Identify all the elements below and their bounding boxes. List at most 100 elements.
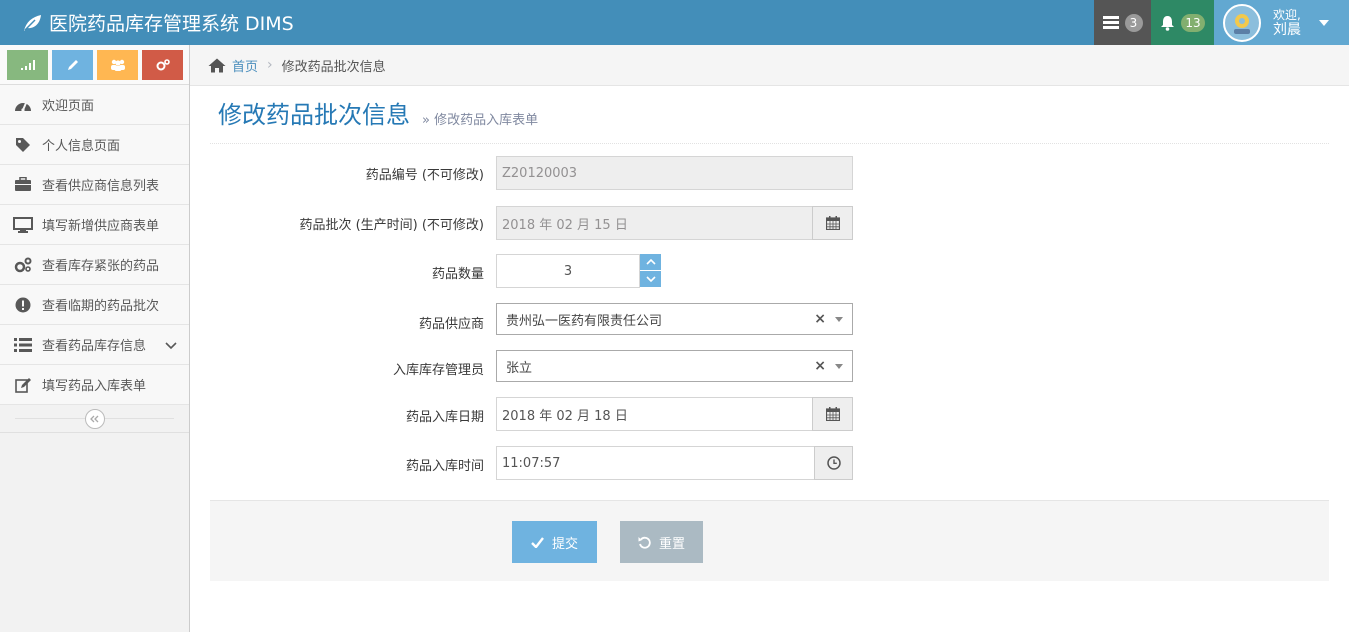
sidebar-item-label: 查看临期的药品批次 — [42, 299, 160, 314]
cogs-icon — [12, 255, 34, 275]
dropdown-arrow-icon — [835, 364, 843, 369]
chevron-up-icon — [645, 259, 656, 265]
quantity-label: 药品数量 — [431, 267, 484, 282]
submit-button[interactable]: 提交 — [512, 521, 597, 563]
notifications-dropdown[interactable]: 13 — [1151, 0, 1214, 45]
sidebar-item-welcome[interactable]: 欢迎页面 — [0, 85, 189, 125]
quantity-value: 3 — [563, 263, 573, 279]
undo-icon — [638, 536, 651, 549]
users-icon — [110, 59, 125, 71]
sidebar-collapse-button[interactable] — [85, 409, 105, 429]
manager-label: 入库库存管理员 — [392, 363, 484, 378]
sidebar-item-expiring[interactable]: 查看临期的药品批次 — [0, 285, 189, 325]
sidebar-shortcuts — [0, 45, 189, 85]
calendar-icon — [825, 216, 840, 230]
app-brand[interactable]: 医院药品库存管理系统 DIMS — [22, 0, 294, 45]
notifications-count-badge: 13 — [1181, 13, 1205, 32]
calendar-icon — [825, 407, 840, 421]
breadcrumb: 首页 › 修改药品批次信息 — [190, 45, 1349, 86]
avatar — [1223, 3, 1261, 42]
reset-button-label: 重置 — [658, 536, 685, 552]
double-angle-left-icon — [90, 415, 99, 423]
sidebar: 欢迎页面 个人信息页面 查看供应商信息列表 填写新增供应商表单 查看库存紧张的药… — [0, 45, 190, 632]
sidebar-item-label: 查看库存紧张的药品 — [42, 259, 160, 274]
supplier-label: 药品供应商 — [418, 317, 484, 332]
page-title: 修改药品批次信息 — [218, 101, 410, 129]
shortcut-pencil-button[interactable] — [52, 50, 93, 80]
sidebar-item-label: 查看供应商信息列表 — [42, 179, 160, 194]
check-icon — [531, 536, 544, 548]
in-date-value: 2018 年 02 月 18 日 — [502, 408, 628, 424]
sidebar-item-label: 个人信息页面 — [42, 139, 121, 154]
signal-icon — [20, 60, 35, 70]
clock-icon — [826, 456, 841, 470]
dropdown-arrow-icon — [835, 317, 843, 322]
batch-label: 药品批次 (生产时间) (不可修改) — [299, 218, 484, 233]
sidebar-item-low-stock[interactable]: 查看库存紧张的药品 — [0, 245, 189, 285]
in-time-clock-button[interactable] — [814, 446, 853, 480]
user-greeting: 欢迎, — [1273, 7, 1301, 22]
shortcut-users-button[interactable] — [97, 50, 138, 80]
manager-selected-value: 张立 — [506, 360, 533, 376]
home-icon — [208, 58, 226, 72]
user-menu[interactable]: 欢迎, 刘晨 — [1214, 0, 1349, 45]
briefcase-icon — [12, 175, 34, 195]
edit-icon — [12, 375, 34, 395]
reset-button[interactable]: 重置 — [620, 521, 703, 563]
page-header: 修改药品批次信息 » 修改药品入库表单 — [210, 97, 1329, 144]
clear-selection-icon[interactable]: × — [814, 311, 826, 327]
bell-icon — [1161, 15, 1175, 31]
drug-id-label: 药品编号 (不可修改) — [365, 168, 484, 183]
sidebar-collapse — [0, 405, 189, 433]
in-date-input[interactable]: 2018 年 02 月 18 日 — [496, 397, 813, 431]
batch-calendar-button[interactable] — [812, 206, 853, 240]
shortcut-signal-button[interactable] — [7, 50, 48, 80]
list-icon — [12, 335, 34, 355]
in-date-calendar-button[interactable] — [812, 397, 853, 431]
top-navbar: 医院药品库存管理系统 DIMS 3 13 欢迎, 刘晨 — [0, 0, 1349, 45]
manager-select[interactable]: 张立 × — [496, 350, 853, 382]
user-info: 欢迎, 刘晨 — [1273, 8, 1301, 38]
in-time-input[interactable]: 11:07:57 — [496, 446, 815, 480]
supplier-selected-value: 贵州弘一医药有限责任公司 — [506, 313, 663, 329]
form-actions: 提交 重置 — [210, 500, 1329, 581]
batch-date-value: 2018 年 02 月 15 日 — [502, 217, 628, 233]
chevron-right-icon: › — [267, 57, 273, 73]
shortcut-cogs-button[interactable] — [142, 50, 183, 80]
sidebar-item-label: 填写新增供应商表单 — [42, 219, 160, 234]
tag-icon — [12, 135, 34, 155]
chevron-down-icon — [645, 276, 656, 282]
pencil-icon — [67, 60, 78, 70]
page-subtitle: » 修改药品入库表单 — [422, 109, 538, 128]
sidebar-item-label: 填写药品入库表单 — [42, 379, 147, 394]
sidebar-item-profile[interactable]: 个人信息页面 — [0, 125, 189, 165]
sidebar-item-stock-info[interactable]: 查看药品库存信息 — [0, 325, 189, 365]
desktop-icon — [12, 215, 34, 235]
cogs-icon — [156, 59, 170, 71]
sidebar-item-supplier-list[interactable]: 查看供应商信息列表 — [0, 165, 189, 205]
quantity-stepper[interactable]: 3 — [496, 254, 640, 288]
in-time-label: 药品入库时间 — [405, 459, 484, 474]
user-name: 刘晨 — [1273, 21, 1301, 38]
user-avatar-icon — [1234, 13, 1250, 34]
sidebar-item-stock-in-form[interactable]: 填写药品入库表单 — [0, 365, 189, 405]
double-angle-right-icon: » — [422, 113, 435, 128]
in-date-label: 药品入库日期 — [405, 410, 484, 425]
batch-date-field: 2018 年 02 月 15 日 — [496, 206, 813, 240]
caret-down-icon — [1319, 19, 1329, 26]
app-title: 医院药品库存管理系统 DIMS — [49, 13, 294, 35]
leaf-icon — [24, 14, 41, 31]
tasks-count-badge: 3 — [1124, 13, 1143, 32]
breadcrumb-home-link[interactable]: 首页 — [232, 56, 258, 75]
clear-selection-icon[interactable]: × — [814, 358, 826, 374]
sidebar-item-label: 欢迎页面 — [42, 99, 95, 114]
tasks-dropdown[interactable]: 3 — [1094, 0, 1151, 45]
dashboard-icon — [12, 95, 34, 115]
supplier-select[interactable]: 贵州弘一医药有限责任公司 × — [496, 303, 853, 335]
breadcrumb-current: 修改药品批次信息 — [281, 59, 386, 75]
sidebar-item-add-supplier[interactable]: 填写新增供应商表单 — [0, 205, 189, 245]
quantity-increment-button[interactable] — [640, 254, 661, 270]
tasks-icon — [1102, 15, 1119, 29]
chevron-down-icon — [165, 339, 177, 354]
quantity-decrement-button[interactable] — [640, 271, 661, 287]
